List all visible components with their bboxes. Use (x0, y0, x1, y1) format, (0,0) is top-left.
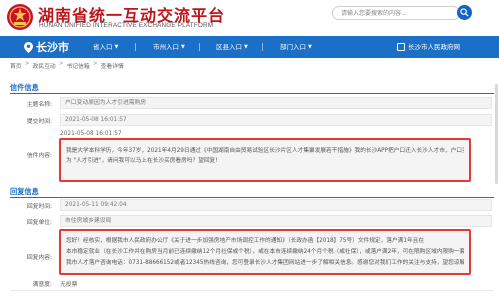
subject-value: 户口变动原因为人才引进需购房 (60, 97, 492, 109)
site-subtitle: HUNAN UNIFIED INTERACTIVE EXCHANGE PLATF… (39, 22, 214, 29)
main-nav: 长沙市 省入口 ▼ 市州入口 ▼ 区县入口 ▼ 部门入口 ▼ 长沙市人民政府网 (0, 36, 499, 58)
nav-divider (135, 43, 136, 51)
letter-section-title: 信件信息 (10, 83, 39, 92)
government-site-icon (397, 43, 405, 51)
location-pin-icon (24, 41, 33, 53)
caret-down-icon: ▼ (114, 44, 119, 50)
site-header: 湖南省统一互动交流平台 HUNAN UNIFIED INTERACTIVE EX… (0, 0, 499, 36)
search-input[interactable]: 请输入您要搜索的内容... (332, 6, 460, 20)
nav-divider (262, 43, 263, 51)
government-site-label: 长沙市人民政府网 (408, 43, 460, 51)
nav-item-department[interactable]: 部门入口 ▼ (280, 41, 312, 53)
breadcrumb-mailbox[interactable]: 书记信箱 (67, 61, 90, 70)
nav-item-city[interactable]: 市州入口 ▼ (153, 41, 185, 53)
breadcrumb-home[interactable]: 首页 (10, 61, 22, 70)
letter-content-label: 信件内容: (26, 153, 52, 159)
reply-section-title: 回复信息 (10, 187, 39, 196)
nav-item-province[interactable]: 省入口 ▼ (93, 41, 118, 53)
reply-time-value: 2021-05-11 09:42:04 (60, 199, 492, 211)
reply-content: 您好！经核实，根据我市人民政府办公厅《关于进一步加强房地产市场调控工作的通知》（… (59, 229, 471, 275)
letter-content-line: 我是大学本科学历，今年37岁，2021年4月29日通过《中国湖南自由贸易试验区长… (66, 148, 464, 154)
nav-item-label: 市州入口 (153, 43, 179, 51)
scrollbar-thumb[interactable] (495, 84, 498, 184)
breadcrumb-separator: > (24, 61, 30, 67)
caret-down-icon: ▼ (181, 44, 185, 50)
national-emblem-icon (7, 4, 33, 30)
submit-time-value: 2021-05-08 16:01:57 (60, 114, 492, 126)
reply-time-label: 回复时间: (26, 204, 52, 210)
reply-content-line: 您好！经核实，根据我市人民政府办公厅《关于进一步加强房地产市场调控工作的通知》（… (66, 238, 425, 244)
breadcrumb-current: 查看详情 (100, 64, 124, 70)
section-divider (10, 93, 494, 94)
letter-content: 我是大学本科学历，今年37岁，2021年4月29日通过《中国湖南自由贸易试验区长… (59, 138, 471, 182)
reply-unit-label: 回复单位: (26, 220, 52, 226)
reply-content-label: 回复内容: (26, 255, 52, 261)
nav-divider (199, 43, 200, 51)
search-icon (460, 8, 469, 17)
satisfaction-value: 无投票 (60, 282, 78, 288)
subject-label: 主题名称: (26, 102, 52, 108)
satisfaction-label: 满意度: (32, 282, 52, 288)
nav-item-label: 区县入口 (216, 43, 242, 51)
breadcrumb-interaction[interactable]: 政民互动 (32, 61, 55, 70)
caret-down-icon: ▼ (308, 44, 312, 50)
city-selector[interactable]: 长沙市 (24, 39, 69, 55)
row-divider (10, 290, 494, 291)
reply-content-line: 本市稳定就业（在长沙工作并在购房当月前已连续缴纳12个月社保或个税），或在本市连… (66, 249, 464, 255)
nav-item-label: 省入口 (93, 43, 113, 51)
government-site-link[interactable]: 长沙市人民政府网 (397, 41, 460, 53)
nav-item-county[interactable]: 区县入口 ▼ (216, 41, 248, 53)
letter-content-line: 为 "人才引进"，请问我可以马上在长沙买房看房吗？望回复! (66, 158, 218, 164)
reply-content-line: 我市人才落户咨询电话：0731-88666152或者12345热线咨询，您可登录… (66, 260, 464, 266)
breadcrumb: 首页 > 政民互动 > 书记信箱 > 查看详情 (10, 61, 124, 70)
breadcrumb-separator: > (92, 61, 98, 67)
breadcrumb-separator: > (58, 61, 64, 67)
search-button[interactable] (457, 5, 472, 20)
reply-unit-value: 市住房城乡建设局 (60, 215, 492, 227)
submit-time-label: 提交时间: (26, 119, 52, 125)
city-label: 长沙市 (36, 41, 69, 54)
section-divider (10, 197, 494, 198)
caret-down-icon: ▼ (244, 44, 248, 50)
content-header-time: 2021-05-08 16:01:57 (60, 131, 122, 137)
nav-item-label: 部门入口 (280, 43, 306, 51)
